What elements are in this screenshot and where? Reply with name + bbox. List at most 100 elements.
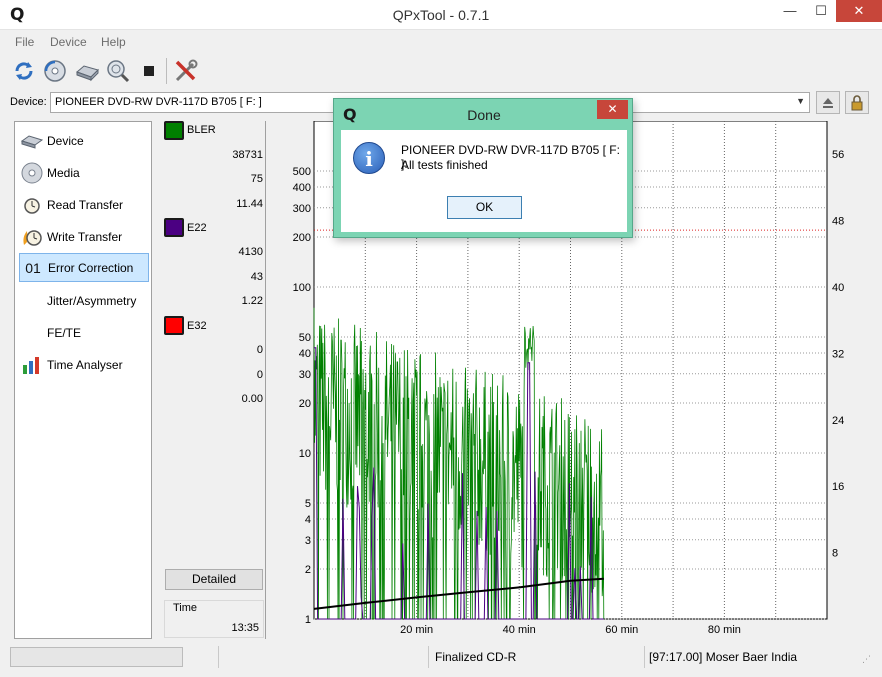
title-bar: Q QPxTool - 0.7.1 — ☐ ✕ — [0, 0, 882, 30]
device-label: Device: — [10, 96, 47, 108]
bar-chart-icon — [19, 354, 45, 376]
scan-media-button[interactable] — [41, 57, 69, 85]
bler-total: 38731 — [232, 149, 263, 161]
e22-avg: 1.22 — [241, 295, 263, 307]
sidebar-item-write-transfer[interactable]: Write Transfer — [19, 222, 149, 251]
y-left-tick-label: 40 — [299, 348, 311, 360]
time-value: 13:35 — [231, 622, 259, 634]
sidebar-item-time-analyser[interactable]: Time Analyser — [19, 350, 149, 379]
y-left-tick-label: 20 — [299, 398, 311, 410]
sidebar-item-media[interactable]: Media — [19, 158, 149, 187]
eject-icon — [823, 97, 833, 108]
y-left-tick-label: 300 — [293, 203, 311, 215]
drive-button[interactable] — [73, 57, 101, 85]
y-left-tick-label: 100 — [293, 282, 311, 294]
stats-panel: BLER 38731 75 11.44 E22 4130 43 1.22 E32… — [160, 121, 266, 639]
e22-label: E22 — [187, 222, 207, 234]
ok-button[interactable]: OK — [447, 196, 522, 219]
y-right-tick-label: 16 — [832, 481, 844, 493]
y-right-tick-label: 24 — [832, 415, 844, 427]
dialog-body: i PIONEER DVD-RW DVR-117D B705 [ F: ]: A… — [341, 130, 627, 232]
stop-button[interactable] — [135, 57, 163, 85]
sidebar-item-error-correction[interactable]: 01 Error Correction — [19, 253, 149, 282]
stop-icon — [144, 66, 154, 76]
sidebar-item-label: Time Analyser — [47, 357, 123, 372]
refresh-button[interactable] — [10, 57, 38, 85]
dialog-title: Done — [467, 107, 501, 123]
resize-grip-icon[interactable]: ⋰ — [862, 654, 871, 665]
y-left-tick-label: 500 — [293, 166, 311, 178]
window-title: QPxTool - 0.7.1 — [392, 7, 490, 23]
binary-icon: 01 — [25, 259, 41, 276]
toolbar-separator — [166, 58, 167, 84]
refresh-icon — [15, 62, 33, 80]
y-right-tick-label: 32 — [832, 348, 844, 360]
clock-icon — [19, 194, 45, 216]
sidebar-item-label: Read Transfer — [47, 197, 124, 212]
e22-max: 43 — [250, 271, 263, 283]
e32-label: E32 — [187, 320, 207, 332]
y-left-tick-label: 30 — [299, 369, 311, 381]
sidebar-item-label: FE/TE — [47, 325, 82, 340]
y-left-tick-label: 4 — [305, 514, 311, 526]
time-box: Time 13:35 — [164, 600, 264, 638]
e22-total: 4130 — [238, 246, 263, 258]
bler-label: BLER — [187, 124, 216, 136]
maximize-button[interactable]: ☐ — [806, 0, 836, 22]
lock-button[interactable] — [845, 91, 869, 114]
tools-button[interactable] — [172, 57, 200, 85]
search-media-icon — [107, 60, 130, 83]
y-left-tick-label: 2 — [305, 564, 311, 576]
device-select-value: PIONEER DVD-RW DVR-117D B705 [ F: ] — [55, 96, 262, 108]
close-button[interactable]: ✕ — [836, 0, 882, 22]
sidebar-item-device[interactable]: Device — [19, 126, 149, 155]
scan-media-icon — [44, 60, 66, 82]
disc-icon — [19, 162, 45, 184]
lock-icon — [851, 94, 863, 110]
menu-device[interactable]: Device — [50, 35, 87, 49]
y-left-tick-label: 10 — [299, 448, 311, 460]
device-icon — [19, 130, 45, 152]
menu-file[interactable]: File — [15, 35, 34, 49]
eject-button[interactable] — [816, 91, 840, 114]
sidebar-item-label: Media — [47, 165, 80, 180]
menu-help[interactable]: Help — [101, 35, 126, 49]
dialog-close-button[interactable]: ✕ — [597, 100, 628, 119]
tools-icon — [175, 59, 198, 82]
y-right-tick-label: 56 — [832, 149, 844, 161]
chevron-down-icon: ▼ — [796, 96, 805, 106]
sidebar-item-fe-te[interactable]: FE/TE — [19, 318, 149, 347]
x-tick-label: 60 min — [605, 624, 638, 636]
y-right-tick-label: 8 — [832, 548, 838, 560]
x-tick-label: 40 min — [503, 624, 536, 636]
bler-avg: 11.44 — [236, 198, 263, 210]
bler-max: 75 — [250, 173, 263, 185]
e32-avg: 0.00 — [241, 393, 263, 405]
y-left-tick-label: 400 — [293, 182, 311, 194]
e32-total: 0 — [256, 344, 263, 356]
done-dialog: Q Done ✕ i PIONEER DVD-RW DVR-117D B705 … — [333, 98, 633, 238]
dialog-message-status: All tests finished — [401, 158, 488, 172]
drive-icon — [76, 65, 99, 82]
test-sidebar: Device Media Read Transfer Write Transfe… — [14, 121, 152, 639]
y-right-tick-label: 40 — [832, 282, 844, 294]
e22-color-swatch[interactable] — [164, 218, 184, 237]
x-tick-label: 20 min — [400, 624, 433, 636]
clock-flame-icon — [19, 226, 45, 248]
menu-bar: File Device Help — [0, 31, 882, 53]
detailed-button[interactable]: Detailed — [165, 569, 263, 590]
e32-max: 0 — [256, 369, 263, 381]
progress-bar — [10, 647, 183, 667]
bler-color-swatch[interactable] — [164, 121, 184, 140]
minimize-button[interactable]: — — [775, 0, 805, 22]
e32-color-swatch[interactable] — [164, 316, 184, 335]
search-media-button[interactable] — [104, 57, 132, 85]
info-icon: i — [353, 142, 385, 174]
sidebar-item-jitter-asymmetry[interactable]: Jitter/Asymmetry — [19, 286, 149, 315]
y-left-tick-label: 50 — [299, 332, 311, 344]
sidebar-item-read-transfer[interactable]: Read Transfer — [19, 190, 149, 219]
sidebar-item-label: Jitter/Asymmetry — [47, 293, 137, 308]
sidebar-item-label: Error Correction — [48, 260, 134, 275]
time-label: Time — [173, 602, 198, 614]
y-left-tick-label: 200 — [293, 232, 311, 244]
